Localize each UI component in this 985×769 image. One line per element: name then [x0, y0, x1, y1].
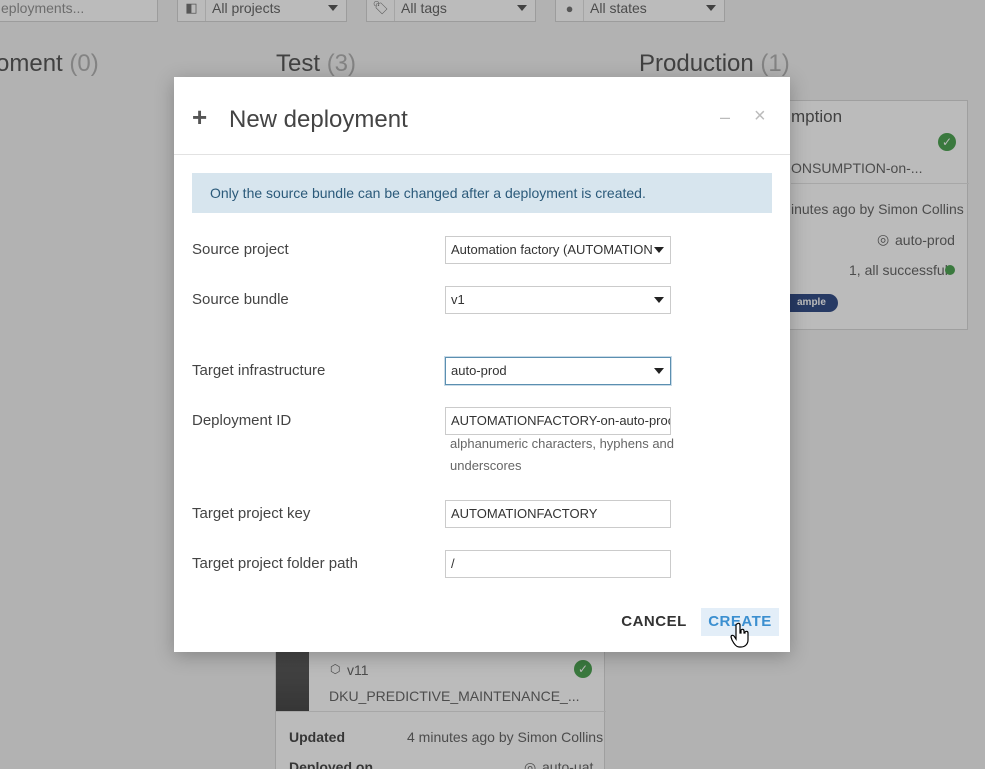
dialog-header: + New deployment – ×: [174, 77, 790, 155]
chevron-down-icon: [654, 297, 664, 303]
plus-icon: +: [192, 102, 208, 132]
info-banner: Only the source bundle can be changed af…: [192, 173, 772, 213]
target-folder-path-label: Target project folder path: [192, 555, 358, 572]
cancel-button[interactable]: CANCEL: [620, 608, 688, 636]
minimize-icon[interactable]: –: [720, 107, 730, 128]
new-deployment-dialog: + New deployment – × Only the source bun…: [174, 77, 790, 652]
deployment-id-help: alphanumeric characters, hyphens and und…: [450, 436, 675, 473]
deployment-id-input[interactable]: AUTOMATIONFACTORY-on-auto-proc: [445, 407, 671, 435]
chevron-down-icon: [654, 368, 664, 374]
target-project-key-label: Target project key: [192, 505, 311, 522]
source-project-select[interactable]: Automation factory (AUTOMATION: [445, 236, 671, 264]
source-bundle-label: Source bundle: [192, 291, 289, 308]
source-bundle-select[interactable]: v1: [445, 286, 671, 314]
close-icon[interactable]: ×: [754, 105, 766, 128]
target-project-key-input[interactable]: AUTOMATIONFACTORY: [445, 500, 671, 528]
target-infrastructure-label: Target infrastructure: [192, 362, 326, 379]
target-folder-path-input[interactable]: /: [445, 550, 671, 578]
dialog-title: New deployment: [229, 106, 408, 133]
chevron-down-icon: [654, 247, 664, 253]
deployment-id-label: Deployment ID: [192, 412, 292, 429]
hand-cursor-icon: [730, 622, 749, 648]
source-project-label: Source project: [192, 241, 289, 258]
target-infrastructure-select[interactable]: auto-prod: [445, 357, 671, 385]
